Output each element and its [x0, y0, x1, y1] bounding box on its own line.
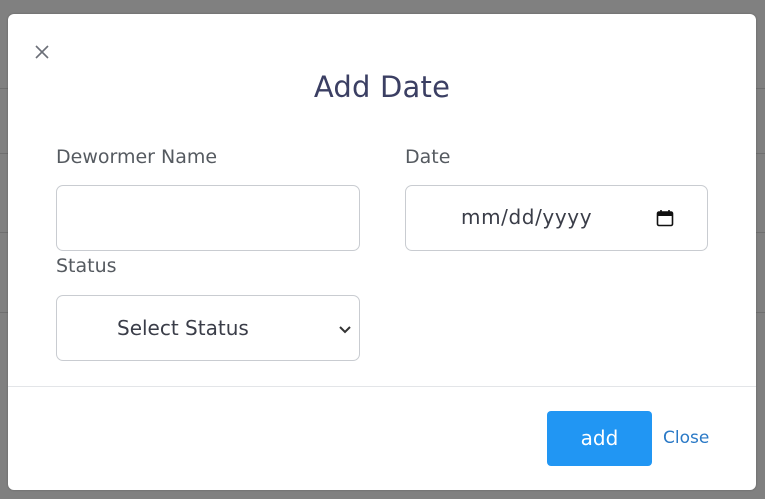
status-select[interactable]: Select Status — [56, 295, 360, 361]
modal-title: Add Date — [313, 70, 451, 104]
close-icon[interactable] — [32, 42, 52, 62]
dewormer-name-label: Dewormer Name — [56, 146, 218, 168]
chevron-down-icon — [337, 321, 353, 334]
add-button[interactable]: add — [547, 411, 652, 466]
dewormer-name-input[interactable] — [56, 185, 360, 251]
calendar-icon[interactable] — [656, 209, 674, 227]
status-selected-value: Select Status — [117, 316, 249, 340]
footer-divider — [8, 386, 756, 387]
date-label: Date — [405, 146, 451, 168]
add-date-modal: Add Date Dewormer Name Date mm/dd/yyyy S… — [8, 14, 756, 490]
close-button[interactable]: Close — [663, 428, 709, 448]
date-placeholder: mm/dd/yyyy — [461, 205, 593, 229]
date-input[interactable]: mm/dd/yyyy — [405, 185, 708, 251]
status-label: Status — [56, 255, 117, 277]
